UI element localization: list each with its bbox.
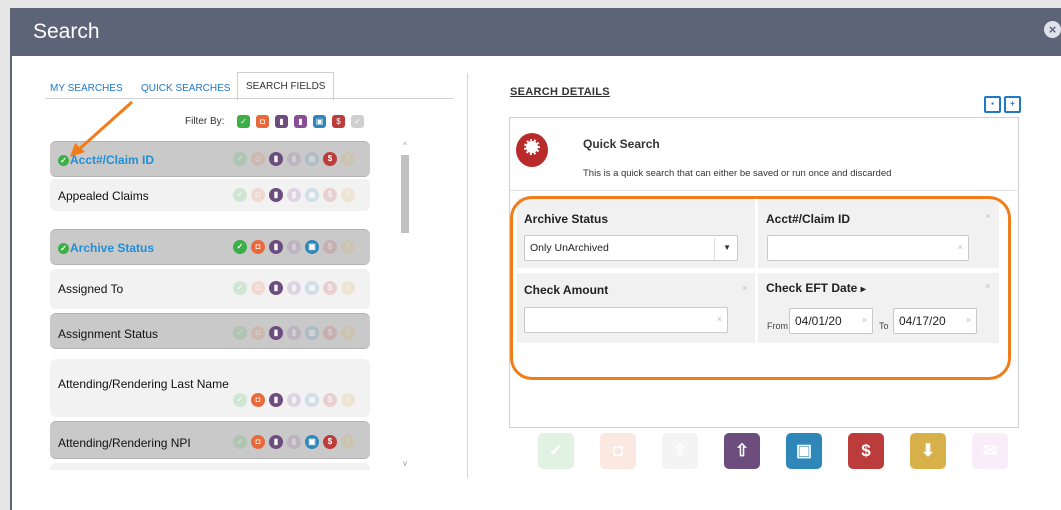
floppy-icon[interactable]: ▪: [984, 96, 1001, 113]
folder-button[interactable]: ▣: [786, 433, 822, 469]
ribbon-award-icon: [516, 133, 548, 167]
docs-up-button[interactable]: ⇧: [724, 433, 760, 469]
floppy-plus-icon[interactable]: +: [1004, 96, 1021, 113]
check-button[interactable]: ✓: [538, 433, 574, 469]
doc-up-button[interactable]: ⇧: [662, 433, 698, 469]
quick-search-title: Quick Search: [583, 137, 660, 151]
quick-search-description: This is a quick search that can either b…: [583, 168, 892, 179]
search-details-title: SEARCH DETAILS: [510, 86, 610, 98]
dollar-button[interactable]: $: [848, 433, 884, 469]
details-separator: [510, 190, 1017, 191]
panel-divider: [467, 73, 468, 478]
download-button[interactable]: ⬇: [910, 433, 946, 469]
mail-button[interactable]: ✉: [972, 433, 1008, 469]
archive-button[interactable]: ◘: [600, 433, 636, 469]
annotation-highlight: [510, 196, 1011, 380]
